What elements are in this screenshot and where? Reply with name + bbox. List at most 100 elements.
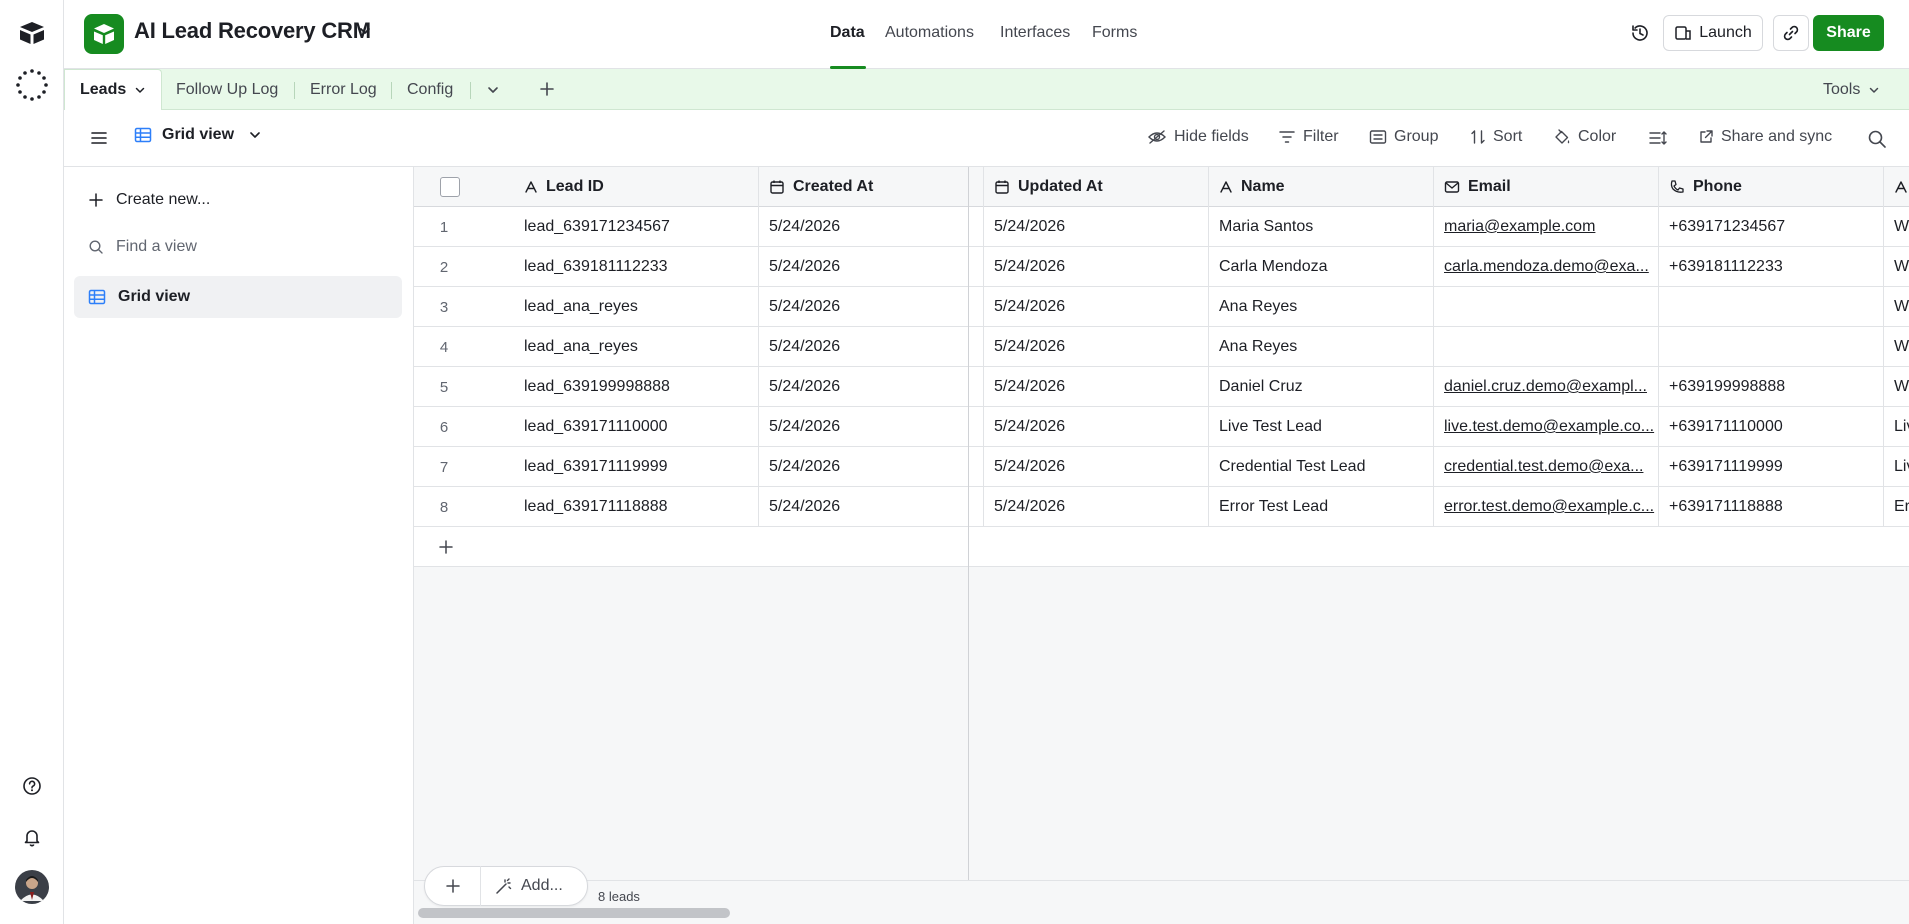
cell-phone[interactable]: +639171119999 — [1659, 447, 1884, 487]
cell-name[interactable]: Credential Test Lead — [1209, 447, 1434, 487]
horizontal-scrollbar[interactable] — [418, 908, 730, 918]
hide-fields-button[interactable]: Hide fields — [1147, 128, 1249, 146]
cell-source[interactable]: Live — [1884, 407, 1909, 447]
cell-email-text[interactable]: live.test.demo@example.co... — [1444, 418, 1654, 436]
color-button[interactable]: Color — [1553, 128, 1616, 146]
cell-created-at[interactable]: 5/24/2026 — [759, 287, 984, 327]
cell-created-at[interactable]: 5/24/2026 — [759, 487, 984, 527]
cell-email[interactable]: maria@example.com — [1434, 207, 1659, 247]
tab-error-log[interactable]: Error Log — [310, 81, 377, 99]
toggle-sidebar-menu-icon[interactable] — [90, 129, 108, 152]
cell-email[interactable]: credential.test.demo@exa... — [1434, 447, 1659, 487]
column-header-phone[interactable]: Phone — [1659, 167, 1884, 207]
create-new-view-button[interactable]: Create new... — [74, 179, 402, 221]
cell-email[interactable]: carla.mendoza.demo@exa... — [1434, 247, 1659, 287]
topnav-automations[interactable]: Automations — [885, 24, 974, 42]
cell-updated-at[interactable]: 5/24/2026 — [984, 407, 1209, 447]
table-row[interactable]: 3 lead_ana_reyes 5/24/2026 5/24/2026 Ana Rey… — [414, 287, 1909, 327]
row-number[interactable]: 4 — [414, 327, 474, 367]
tools-menu[interactable]: Tools — [1823, 81, 1880, 99]
table-row[interactable]: 5 lead_639199998888 5/24/2026 5/24/2026 Dani… — [414, 367, 1909, 407]
view-switcher[interactable]: Grid view — [134, 126, 262, 144]
cell-lead-id[interactable]: lead_639171119999 — [514, 447, 759, 487]
column-header-lead-id[interactable]: Lead ID — [514, 167, 759, 207]
cell-source[interactable]: Web — [1884, 327, 1909, 367]
more-tables-chevron-icon[interactable] — [486, 83, 500, 102]
cell-lead-id[interactable]: lead_639199998888 — [514, 367, 759, 407]
base-logo-icon[interactable] — [84, 14, 124, 54]
cell-name[interactable]: Ana Reyes — [1209, 287, 1434, 327]
user-avatar[interactable] — [0, 870, 64, 904]
home-logo-icon[interactable] — [0, 18, 64, 48]
cell-phone[interactable] — [1659, 327, 1884, 367]
add-record-row[interactable] — [414, 527, 1909, 567]
cell-updated-at[interactable]: 5/24/2026 — [984, 327, 1209, 367]
share-button[interactable]: Share — [1813, 15, 1884, 51]
cell-email[interactable] — [1434, 327, 1659, 367]
cell-phone[interactable]: +639171234567 — [1659, 207, 1884, 247]
add-table-plus-icon[interactable] — [539, 81, 555, 102]
table-row[interactable]: 4 lead_ana_reyes 5/24/2026 5/24/2026 Ana Rey… — [414, 327, 1909, 367]
cell-name[interactable]: Maria Santos — [1209, 207, 1434, 247]
chevron-down-icon[interactable] — [358, 24, 372, 43]
topnav-data[interactable]: Data — [830, 24, 865, 42]
cell-source[interactable]: Live — [1884, 447, 1909, 487]
cell-email-text[interactable]: daniel.cruz.demo@exampl... — [1444, 378, 1647, 396]
row-number[interactable]: 7 — [414, 447, 474, 487]
tab-leads[interactable]: Leads — [64, 69, 162, 110]
launch-button[interactable]: Launch — [1663, 15, 1763, 51]
table-row[interactable]: 8 lead_639171118888 5/24/2026 5/24/2026 Erro… — [414, 487, 1909, 527]
sidebar-view-grid[interactable]: Grid view — [74, 276, 402, 318]
cell-phone[interactable]: +639181112233 — [1659, 247, 1884, 287]
row-height-icon[interactable] — [1648, 130, 1668, 151]
topnav-forms[interactable]: Forms — [1092, 24, 1137, 42]
cell-source[interactable]: Web — [1884, 247, 1909, 287]
row-number[interactable]: 5 — [414, 367, 474, 407]
find-view-field[interactable]: Find a view — [74, 226, 402, 268]
cell-lead-id[interactable]: lead_639171234567 — [514, 207, 759, 247]
table-row[interactable]: 1 lead_639171234567 5/24/2026 5/24/2026 Mari… — [414, 207, 1909, 247]
group-button[interactable]: Group — [1369, 128, 1438, 146]
cell-source[interactable]: Web — [1884, 207, 1909, 247]
select-all-checkbox[interactable] — [414, 167, 514, 207]
history-icon[interactable] — [1629, 22, 1651, 49]
cell-name[interactable]: Carla Mendoza — [1209, 247, 1434, 287]
cell-email[interactable]: daniel.cruz.demo@exampl... — [1434, 367, 1659, 407]
cell-email-text[interactable]: maria@example.com — [1444, 218, 1595, 236]
cell-name[interactable]: Ana Reyes — [1209, 327, 1434, 367]
tab-follow-up-log[interactable]: Follow Up Log — [176, 81, 278, 99]
add-record-button[interactable] — [425, 866, 481, 906]
cell-updated-at[interactable]: 5/24/2026 — [984, 487, 1209, 527]
column-header-created-at[interactable]: Created At — [759, 167, 984, 207]
add-record-plus-icon[interactable] — [438, 539, 454, 560]
cell-created-at[interactable]: 5/24/2026 — [759, 447, 984, 487]
copy-link-button[interactable] — [1773, 15, 1809, 51]
cell-name[interactable]: Daniel Cruz — [1209, 367, 1434, 407]
table-row[interactable]: 2 lead_639181112233 5/24/2026 5/24/2026 Carl… — [414, 247, 1909, 287]
column-header-name[interactable]: Name — [1209, 167, 1434, 207]
cell-lead-id[interactable]: lead_639171110000 — [514, 407, 759, 447]
cell-email-text[interactable]: carla.mendoza.demo@exa... — [1444, 258, 1649, 276]
cell-created-at[interactable]: 5/24/2026 — [759, 367, 984, 407]
cell-phone[interactable]: +639171118888 — [1659, 487, 1884, 527]
ai-add-button[interactable]: Add... — [481, 877, 563, 895]
row-number[interactable]: 3 — [414, 287, 474, 327]
cell-source[interactable]: Erro — [1884, 487, 1909, 527]
share-and-sync-button[interactable]: Share and sync — [1698, 128, 1832, 146]
tab-config[interactable]: Config — [407, 81, 453, 99]
filter-button[interactable]: Filter — [1278, 128, 1339, 146]
cell-created-at[interactable]: 5/24/2026 — [759, 207, 984, 247]
cell-lead-id[interactable]: lead_ana_reyes — [514, 287, 759, 327]
cell-phone[interactable]: +639199998888 — [1659, 367, 1884, 407]
row-number[interactable]: 8 — [414, 487, 474, 527]
cell-updated-at[interactable]: 5/24/2026 — [984, 367, 1209, 407]
cell-email[interactable]: error.test.demo@example.c... — [1434, 487, 1659, 527]
row-number[interactable]: 6 — [414, 407, 474, 447]
cell-updated-at[interactable]: 5/24/2026 — [984, 207, 1209, 247]
omni-loading-icon[interactable] — [0, 68, 64, 102]
help-icon[interactable] — [0, 775, 64, 797]
topnav-interfaces[interactable]: Interfaces — [1000, 24, 1070, 42]
column-header-updated-at[interactable]: Updated At — [984, 167, 1209, 207]
cell-created-at[interactable]: 5/24/2026 — [759, 247, 984, 287]
column-header-source[interactable]: S — [1884, 167, 1909, 207]
